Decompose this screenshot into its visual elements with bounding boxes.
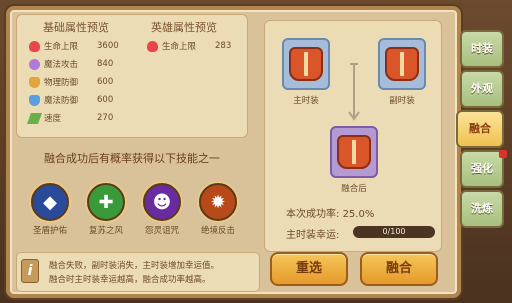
success-rate-label: 本次成功率: <box>286 209 340 220</box>
main-costume-slot[interactable] <box>282 38 330 90</box>
curse-icon: ☻ <box>143 183 181 221</box>
armor-icon <box>289 47 323 81</box>
tab-appearance[interactable]: 外观 <box>460 70 504 108</box>
luck-label: 主时装幸运: <box>286 230 340 241</box>
skill-counter-attack[interactable]: ✹ 绝境反击 <box>193 183 243 236</box>
magic-attack-icon <box>29 58 40 70</box>
success-rate-row: 本次成功率: 25.0% <box>286 205 374 220</box>
luck-row: 主时装幸运: <box>286 226 339 241</box>
skill-label: 圣盾护佑 <box>32 226 67 236</box>
heart-icon <box>147 40 158 52</box>
result-costume-label: 融合后 <box>341 184 367 194</box>
stat-value: 840 <box>97 59 114 69</box>
stat-label: 生命上限 <box>44 42 79 52</box>
skill-revive-wind[interactable]: ✚ 复苏之风 <box>81 183 131 236</box>
tab-refine[interactable]: 洗炼 <box>460 190 504 228</box>
tip-bar: i 融合失败，副时装消失，主时装增加幸运值。 融合时主时装幸运越高，融合成功率越… <box>16 252 260 292</box>
counter-attack-icon: ✹ <box>199 183 237 221</box>
stat-value: 283 <box>215 41 232 51</box>
stat-row-magic-defense: 魔法防御 600 <box>29 92 113 108</box>
physical-defense-icon <box>29 76 40 88</box>
sub-costume-slot[interactable] <box>378 38 426 90</box>
success-rate-value: 25.0% <box>342 209 375 220</box>
skill-label: 绝境反击 <box>200 226 235 236</box>
stat-value: 270 <box>97 113 114 123</box>
tab-merge[interactable]: 融合 <box>456 110 504 148</box>
info-icon[interactable]: i <box>21 259 39 283</box>
stat-row-physical-defense: 物理防御 600 <box>29 74 113 90</box>
stat-row-speed: 速度 270 <box>26 110 113 126</box>
holy-shield-icon: ◆ <box>31 183 69 221</box>
base-stats-title: 基础属性预览 <box>43 22 109 34</box>
armor-icon <box>337 135 371 169</box>
skills-title: 融合成功后有概率获得以下技能之一 <box>44 152 220 165</box>
tip-line: 融合失败，副时装消失，主时装增加幸运值。 <box>49 261 220 271</box>
stat-row-magic-attack: 魔法攻击 840 <box>29 56 113 72</box>
stat-value: 600 <box>97 77 114 87</box>
merge-arrow-icon <box>348 63 360 121</box>
stat-label: 生命上限 <box>162 42 197 52</box>
stat-row-hp: 生命上限 3600 <box>29 38 119 54</box>
stat-label: 物理防御 <box>44 78 79 88</box>
stat-value: 600 <box>97 95 114 105</box>
revive-wind-icon: ✚ <box>87 183 125 221</box>
skill-holy-shield[interactable]: ◆ 圣盾护佑 <box>25 183 75 236</box>
luck-progress-bar: 0/100 <box>353 226 435 238</box>
speed-icon <box>26 112 43 124</box>
sub-costume-label: 副时装 <box>389 96 415 106</box>
hero-stat-row-hp: 生命上限 283 <box>147 38 231 54</box>
skill-label: 复苏之风 <box>88 226 123 236</box>
stat-label: 魔法攻击 <box>44 60 79 70</box>
heart-icon <box>29 40 40 52</box>
armor-icon <box>385 47 419 81</box>
tab-enhance[interactable]: 强化 <box>460 150 504 188</box>
merge-button[interactable]: 融合 <box>360 252 438 286</box>
hero-stats-title: 英雄属性预览 <box>151 22 217 34</box>
reset-button[interactable]: 重选 <box>270 252 348 286</box>
tip-text: 融合失败，副时装消失，主时装增加幸运值。 融合时主时装幸运越高，融合成功率越高。 <box>49 259 219 287</box>
stat-label: 魔法防御 <box>44 96 79 106</box>
notification-dot <box>499 150 507 158</box>
skill-curse[interactable]: ☻ 怨灵诅咒 <box>137 183 187 236</box>
skill-label: 怨灵诅咒 <box>144 226 179 236</box>
result-costume-slot[interactable] <box>330 126 378 178</box>
luck-value: 0/100 <box>382 227 406 236</box>
stat-value: 3600 <box>97 41 119 51</box>
main-costume-label: 主时装 <box>293 96 319 106</box>
stats-preview-box: 基础属性预览 英雄属性预览 生命上限 3600 魔法攻击 840 物理防御 60… <box>16 14 248 138</box>
magic-defense-icon <box>29 94 40 106</box>
stat-label: 速度 <box>44 114 62 124</box>
tab-costume[interactable]: 时装 <box>460 30 504 68</box>
tip-line: 融合时主时装幸运越高，融合成功率越高。 <box>49 275 211 285</box>
